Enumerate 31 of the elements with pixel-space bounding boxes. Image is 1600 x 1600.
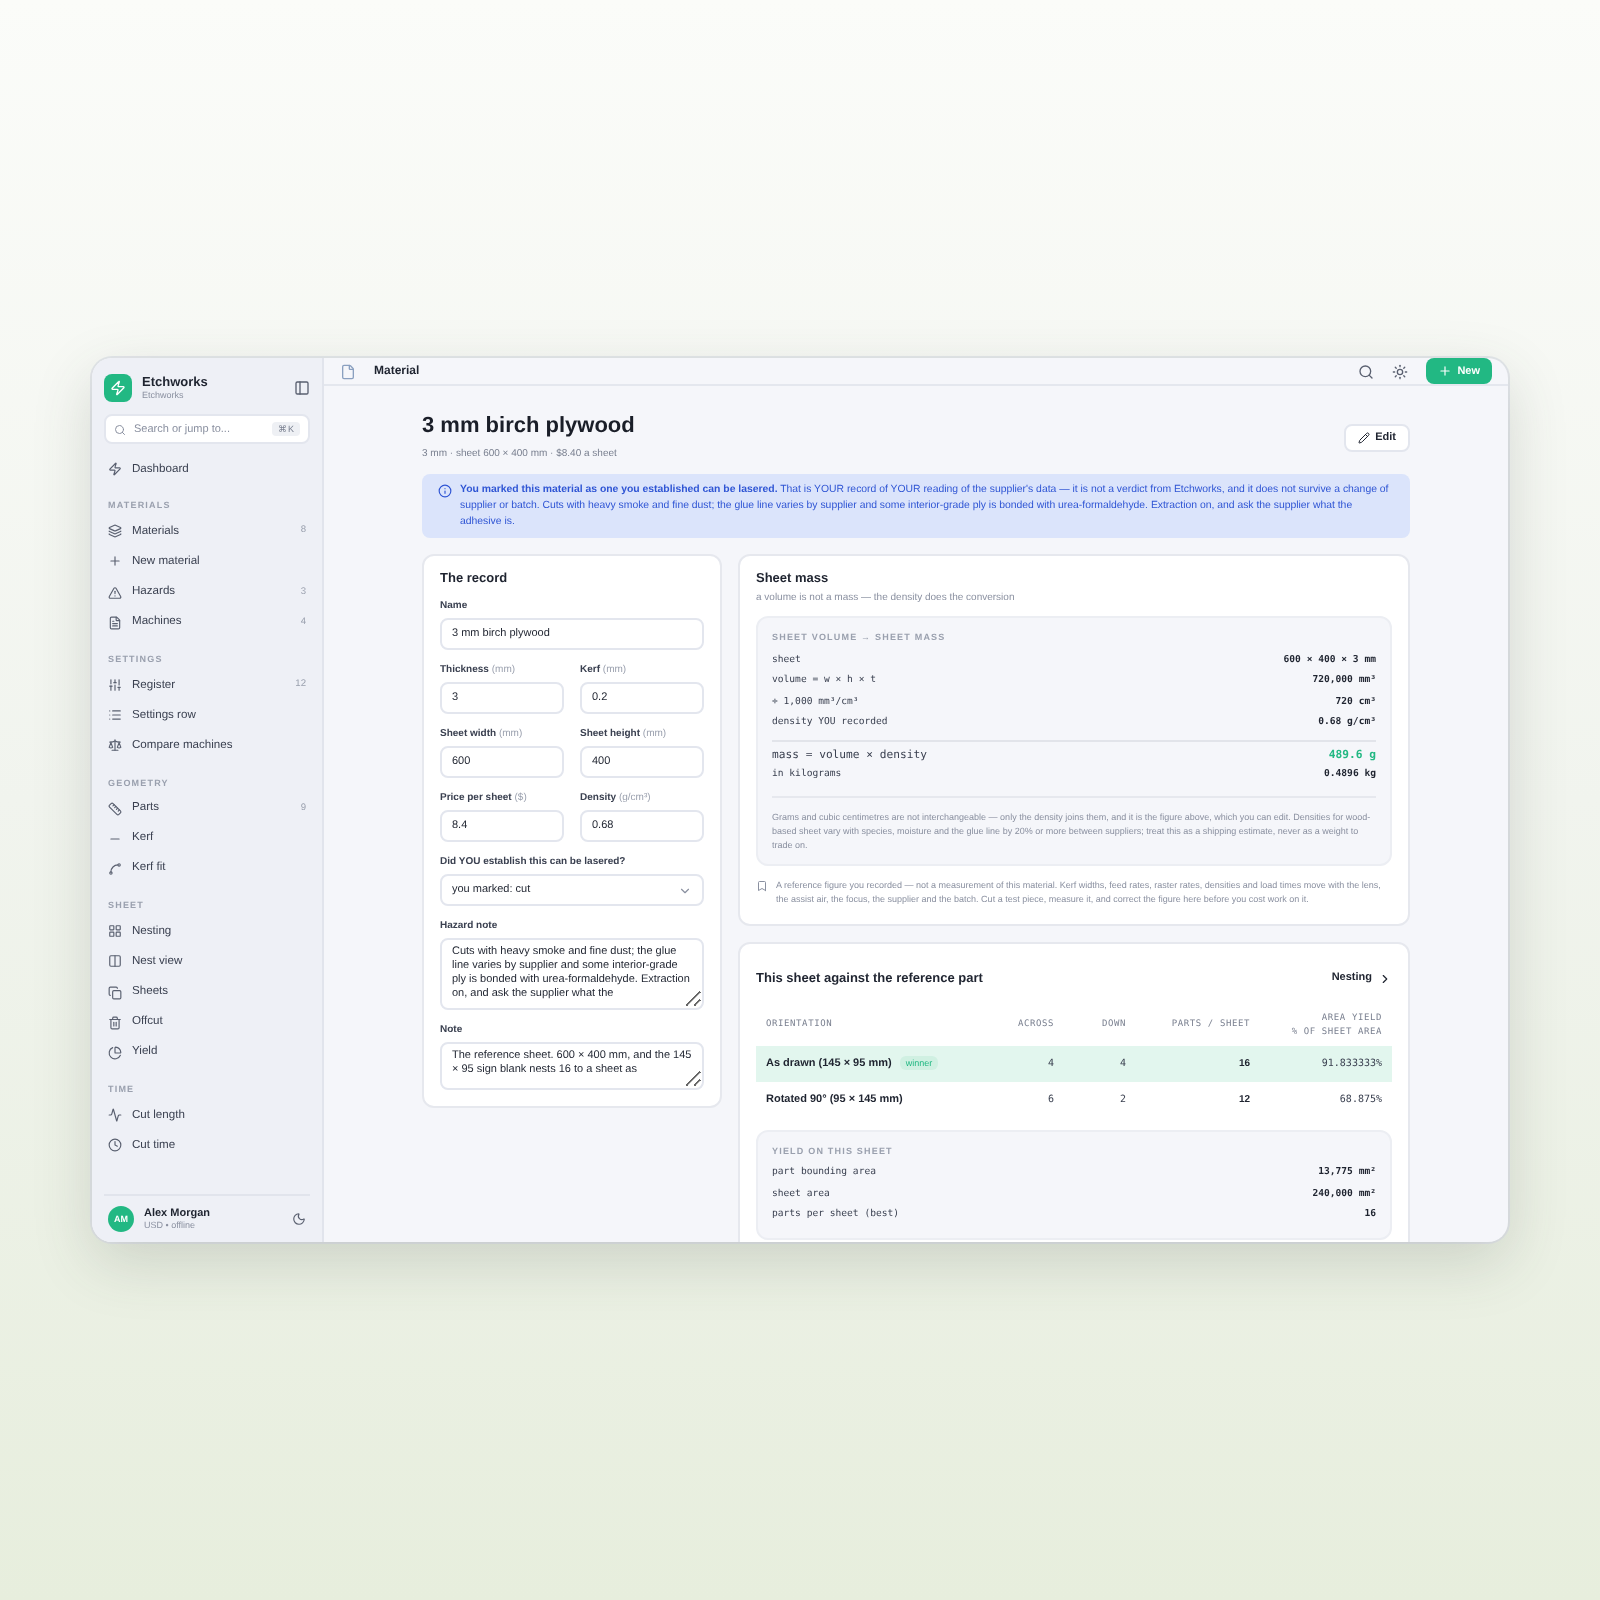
material-title: 3 mm birch plywood [422, 414, 635, 438]
chevron-right-icon [1378, 971, 1392, 986]
search-icon[interactable] [1357, 363, 1374, 379]
plus-icon [108, 554, 122, 569]
info-icon [438, 484, 452, 498]
grid-icon [108, 924, 122, 939]
moon-icon[interactable] [292, 1212, 306, 1226]
chevron-down-icon [678, 883, 692, 897]
sliders-icon [108, 678, 122, 693]
list-icon [108, 708, 122, 723]
warning-icon [108, 585, 122, 600]
scale-icon [108, 738, 122, 753]
ruler-icon [108, 801, 122, 816]
sun-icon[interactable] [1391, 363, 1408, 379]
pencil-icon [1357, 432, 1370, 444]
copy-icon [108, 985, 122, 1000]
document-icon [108, 615, 122, 630]
sidebar-toggle-icon[interactable] [294, 380, 310, 396]
bookmark-icon [756, 880, 768, 893]
clock-icon [108, 1138, 122, 1153]
layers-icon [108, 524, 122, 539]
trash-icon [108, 1015, 122, 1030]
search-icon [114, 423, 126, 435]
activity-icon [108, 1108, 122, 1123]
plus-icon [1437, 364, 1452, 378]
pie-chart-icon [108, 1045, 122, 1060]
logo-icon [104, 374, 132, 402]
document-icon [340, 363, 356, 379]
curve-icon [108, 861, 122, 876]
columns-icon [108, 954, 122, 969]
dashboard-icon [108, 462, 122, 477]
